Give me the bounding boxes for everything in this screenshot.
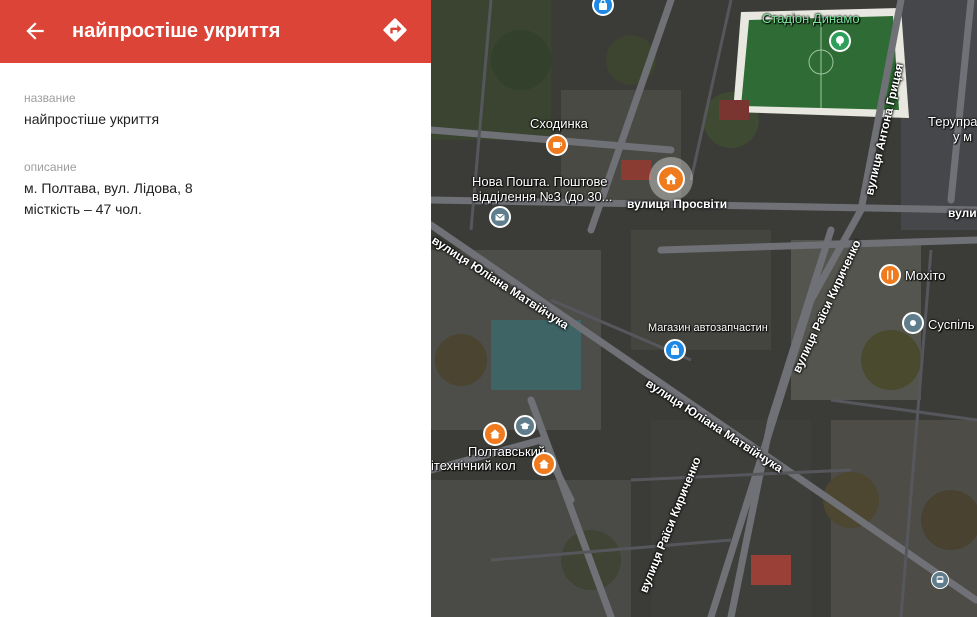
name-value: найпростіше укриття (24, 111, 160, 127)
home-icon (665, 173, 677, 185)
bus-icon (936, 576, 944, 583)
label-terupra-line-2: у м (953, 129, 973, 144)
label-skhodynka: Сходинка (530, 116, 588, 131)
cafe-pin[interactable] (546, 134, 568, 156)
coffee-icon (553, 142, 562, 148)
auto-parts-pin[interactable] (664, 339, 686, 361)
name-label: название (24, 91, 76, 105)
label-poltavskyi-line-2: ітехнічний кол (431, 458, 516, 473)
label-nova-poshta-line-2: відділення №3 (до 30... (472, 189, 613, 204)
info-panel: найпростіше укриття название найпростіше… (0, 0, 431, 617)
label-terupra: Терупра у м (928, 114, 977, 144)
label-terupra-line-1: Терупра (928, 114, 977, 129)
street-vuly: вули (948, 206, 977, 220)
description-label: описание (24, 160, 77, 174)
shopping-bag-icon (671, 344, 679, 355)
panel-header: найпростіше укриття (0, 0, 431, 63)
label-mokhito: Мохіто (905, 268, 946, 283)
shelter-pin-2[interactable] (532, 452, 556, 476)
bus-stop-pin[interactable] (931, 571, 949, 589)
description-line-1: м. Полтава, вул. Лідова, 8 (24, 180, 193, 196)
fork-knife-icon (887, 270, 893, 280)
shelter-pin-1[interactable] (483, 422, 507, 446)
label-suspil: Суспіль (928, 317, 975, 332)
mail-icon (495, 213, 505, 221)
stadium-pin[interactable] (829, 30, 851, 52)
restaurant-pin[interactable] (879, 264, 901, 286)
directions-button[interactable] (381, 16, 409, 44)
shopping-bag-icon (599, 0, 607, 10)
post-office-pin[interactable] (489, 206, 511, 228)
location-pin-suspil[interactable] (902, 312, 924, 334)
home-icon (539, 459, 549, 469)
arrow-left-icon (26, 22, 44, 40)
back-button[interactable] (22, 18, 48, 44)
selected-shelter-pin (657, 165, 685, 193)
park-icon (836, 36, 844, 46)
directions-icon (383, 18, 407, 42)
description-line-2: місткість – 47 чол. (24, 201, 142, 217)
label-nova-poshta: Нова Пошта. Поштове відділення №3 (до 30… (472, 174, 613, 204)
label-nova-poshta-line-1: Нова Пошта. Поштове (472, 174, 608, 189)
college-pin[interactable] (514, 415, 536, 437)
label-stadium: Стадіон Динамо (762, 11, 860, 26)
selected-shelter-marker[interactable] (649, 157, 693, 201)
label-auto-parts: Магазин автозапчастин (648, 322, 768, 334)
graduation-cap-icon (520, 422, 530, 430)
home-icon (490, 429, 500, 439)
location-dot-icon (910, 320, 916, 326)
satellite-map[interactable]: Стадіон Динамо Сходинка Нова Пошта. Пошт… (431, 0, 977, 617)
page-title: найпростіше укриття (72, 20, 281, 42)
